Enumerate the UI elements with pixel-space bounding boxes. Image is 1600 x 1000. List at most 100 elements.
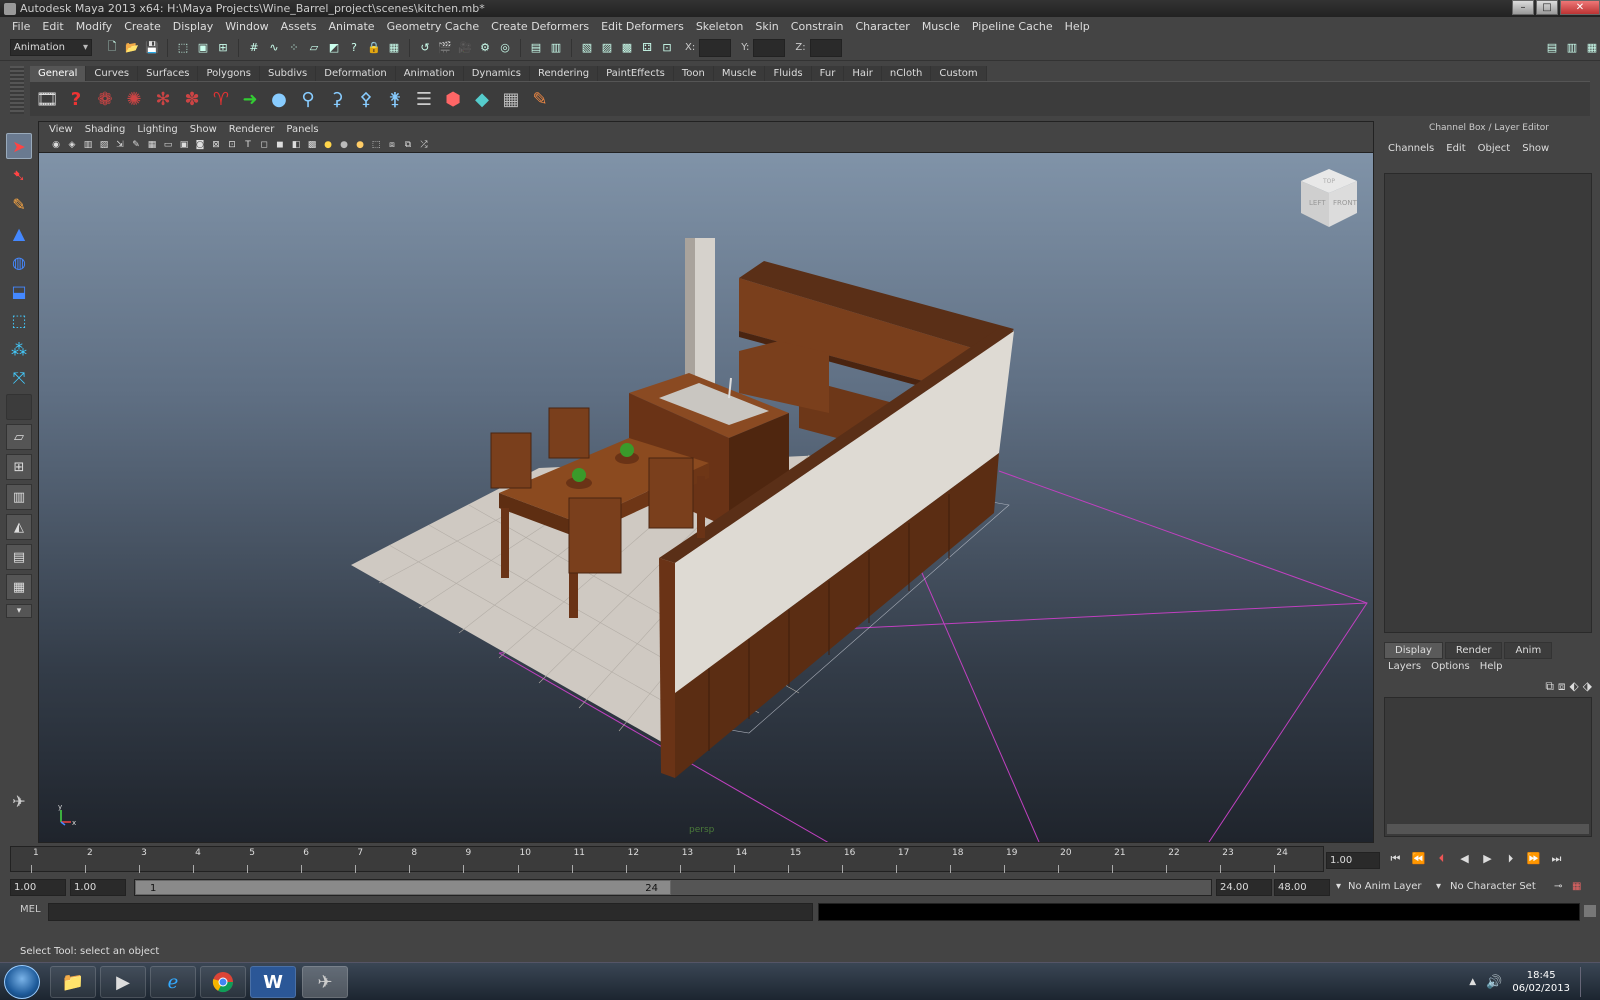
lock-icon[interactable]: 🔒 [366, 40, 382, 56]
snap-surface-icon[interactable]: ◩ [326, 40, 342, 56]
menu-display[interactable]: Display [167, 20, 220, 33]
volume-icon[interactable]: 🔊 [1486, 975, 1502, 990]
chrome-icon[interactable] [200, 966, 246, 998]
show-panel-icon[interactable]: ▧ [579, 40, 595, 56]
start-time-field[interactable]: 1.00 [10, 879, 66, 896]
shelf-tab-general[interactable]: General [30, 66, 87, 81]
menu-create[interactable]: Create [118, 20, 167, 33]
auto-key-icon[interactable]: ⊸ [1554, 881, 1562, 892]
channel-box-icon[interactable]: ⚃ [639, 40, 655, 56]
viewport-menu-lighting[interactable]: Lighting [131, 124, 183, 135]
start-button[interactable] [4, 965, 40, 999]
smooth-shade-icon[interactable]: ◼ [273, 138, 287, 151]
render-icon[interactable]: 🎬 [437, 40, 453, 56]
show-desktop-button[interactable] [1580, 967, 1590, 997]
hypershade-persp-layout-icon[interactable]: ▤ [6, 544, 32, 570]
script-editor-icon[interactable] [1584, 905, 1596, 917]
ik-handle-icon[interactable]: ⚳ [324, 86, 350, 112]
current-time-field[interactable]: 1.00 [1326, 852, 1380, 869]
range-handle[interactable]: 1 24 [135, 880, 671, 895]
camera-attr-icon[interactable]: ◈ [65, 138, 79, 151]
playback-start-field[interactable]: 1.00 [70, 879, 126, 896]
film-reel-icon[interactable]: 🎞 [34, 86, 60, 112]
select-object-icon[interactable]: ▣ [195, 40, 211, 56]
layer-menu-help[interactable]: Help [1480, 661, 1503, 672]
viewport-canvas[interactable]: LEFT FRONT TOP y x persp [39, 153, 1373, 842]
shelf-tab-painteffects[interactable]: PaintEffects [598, 66, 674, 81]
shelf-tab-fur[interactable]: Fur [811, 66, 845, 81]
menu-modify[interactable]: Modify [70, 20, 118, 33]
toggle-attribute-editor-icon[interactable]: ▤ [1544, 40, 1560, 56]
four-pane-layout-icon[interactable]: ⊞ [6, 454, 32, 480]
menu-character[interactable]: Character [850, 20, 916, 33]
select-hierarchy-icon[interactable]: ⬚ [175, 40, 191, 56]
snap-plane-icon[interactable]: ▱ [306, 40, 322, 56]
menu-file[interactable]: File [6, 20, 36, 33]
more-layouts-icon[interactable]: ▾ [6, 604, 32, 618]
render-icon[interactable]: ❁ [92, 86, 118, 112]
range-bar[interactable]: 1 24 [134, 879, 1212, 896]
menu-skeleton[interactable]: Skeleton [690, 20, 750, 33]
menu-assets[interactable]: Assets [275, 20, 323, 33]
render-layer-icon[interactable]: ✽ [179, 86, 205, 112]
menu-animate[interactable]: Animate [322, 20, 380, 33]
universal-manip-icon[interactable]: ⬚ [6, 307, 32, 333]
backface-icon[interactable]: ⤮ [417, 138, 431, 151]
wireframe-icon[interactable]: ◻ [257, 138, 271, 151]
shelf-tab-subdivs[interactable]: Subdivs [259, 66, 317, 81]
shelf-tab-hair[interactable]: Hair [844, 66, 882, 81]
minimize-button[interactable]: – [1512, 0, 1534, 15]
playback-end-field[interactable]: 24.00 [1216, 879, 1272, 896]
viewport-menu-panels[interactable]: Panels [280, 124, 324, 135]
safe-title-icon[interactable]: T [241, 138, 255, 151]
layer-menu-options[interactable]: Options [1431, 661, 1470, 672]
maximize-button[interactable]: □ [1536, 0, 1558, 15]
snap-grid-icon[interactable]: # [246, 40, 262, 56]
toggle-tool-settings-icon[interactable]: ▥ [1564, 40, 1580, 56]
shelf-tab-muscle[interactable]: Muscle [713, 66, 766, 81]
shadows-icon[interactable]: ● [337, 138, 351, 151]
outliner-icon[interactable]: ▥ [548, 40, 564, 56]
outliner-persp-layout-icon[interactable]: ▥ [6, 484, 32, 510]
render-view-icon[interactable]: ▦ [386, 40, 402, 56]
xray-icon[interactable]: ⧈ [385, 138, 399, 151]
step-back-key-icon[interactable]: ⏪ [1409, 852, 1428, 869]
last-tool-icon[interactable] [6, 394, 32, 420]
character-set-dropdown-icon[interactable]: ▾ [1436, 881, 1441, 892]
move-tool-icon[interactable]: ▲ [6, 220, 32, 246]
shelf-grip[interactable] [10, 66, 24, 114]
time-slider[interactable]: 1 2 3 4 5 6 7 8 9 10 11 12 13 14 15 16 17 18 19 20 21 22 23 24 [10, 846, 1324, 873]
batch-render-icon[interactable]: ✻ [150, 86, 176, 112]
layer-list[interactable] [1384, 697, 1592, 837]
view-cube[interactable]: LEFT FRONT TOP [1301, 169, 1358, 227]
x-field[interactable] [699, 38, 732, 57]
field-chart-icon[interactable]: ⊠ [209, 138, 223, 151]
ipr-render-icon[interactable]: 🎥 [457, 40, 473, 56]
shelf-tab-curves[interactable]: Curves [86, 66, 139, 81]
use-all-lights-icon[interactable]: ● [321, 138, 335, 151]
paint-brush-icon[interactable]: ✎ [527, 86, 553, 112]
menu-help[interactable]: Help [1059, 20, 1096, 33]
render-settings-icon[interactable]: ⚙ [477, 40, 493, 56]
grease-pencil-icon[interactable]: ✎ [129, 138, 143, 151]
cloth-icon[interactable]: ◆ [469, 86, 495, 112]
go-to-start-icon[interactable]: ⏮ [1386, 852, 1405, 869]
command-language-label[interactable]: MEL [20, 904, 41, 915]
shelf-tab-rendering[interactable]: Rendering [530, 66, 599, 81]
y-field[interactable] [753, 38, 786, 57]
sphere-icon[interactable]: ● [266, 86, 292, 112]
paint-select-tool-icon[interactable]: ✎ [6, 191, 32, 217]
scale-tool-icon[interactable]: ⬓ [6, 278, 32, 304]
anim-layer-dropdown-icon[interactable]: ▾ [1336, 881, 1341, 892]
magnet-icon[interactable]: ♈ [208, 86, 234, 112]
shelf-tab-ncloth[interactable]: nCloth [881, 66, 932, 81]
z-field[interactable] [809, 38, 842, 57]
menu-geometry-cache[interactable]: Geometry Cache [381, 20, 486, 33]
cube-grid-icon[interactable]: ▦ [498, 86, 524, 112]
new-layer-icon[interactable]: ⬖ [1570, 679, 1579, 694]
channel-menu-object[interactable]: Object [1478, 143, 1511, 163]
character-set-icon[interactable]: ⬢ [440, 86, 466, 112]
close-button[interactable]: ✕ [1560, 0, 1600, 15]
snap-point-icon[interactable]: ⁘ [286, 40, 302, 56]
menu-window[interactable]: Window [219, 20, 274, 33]
